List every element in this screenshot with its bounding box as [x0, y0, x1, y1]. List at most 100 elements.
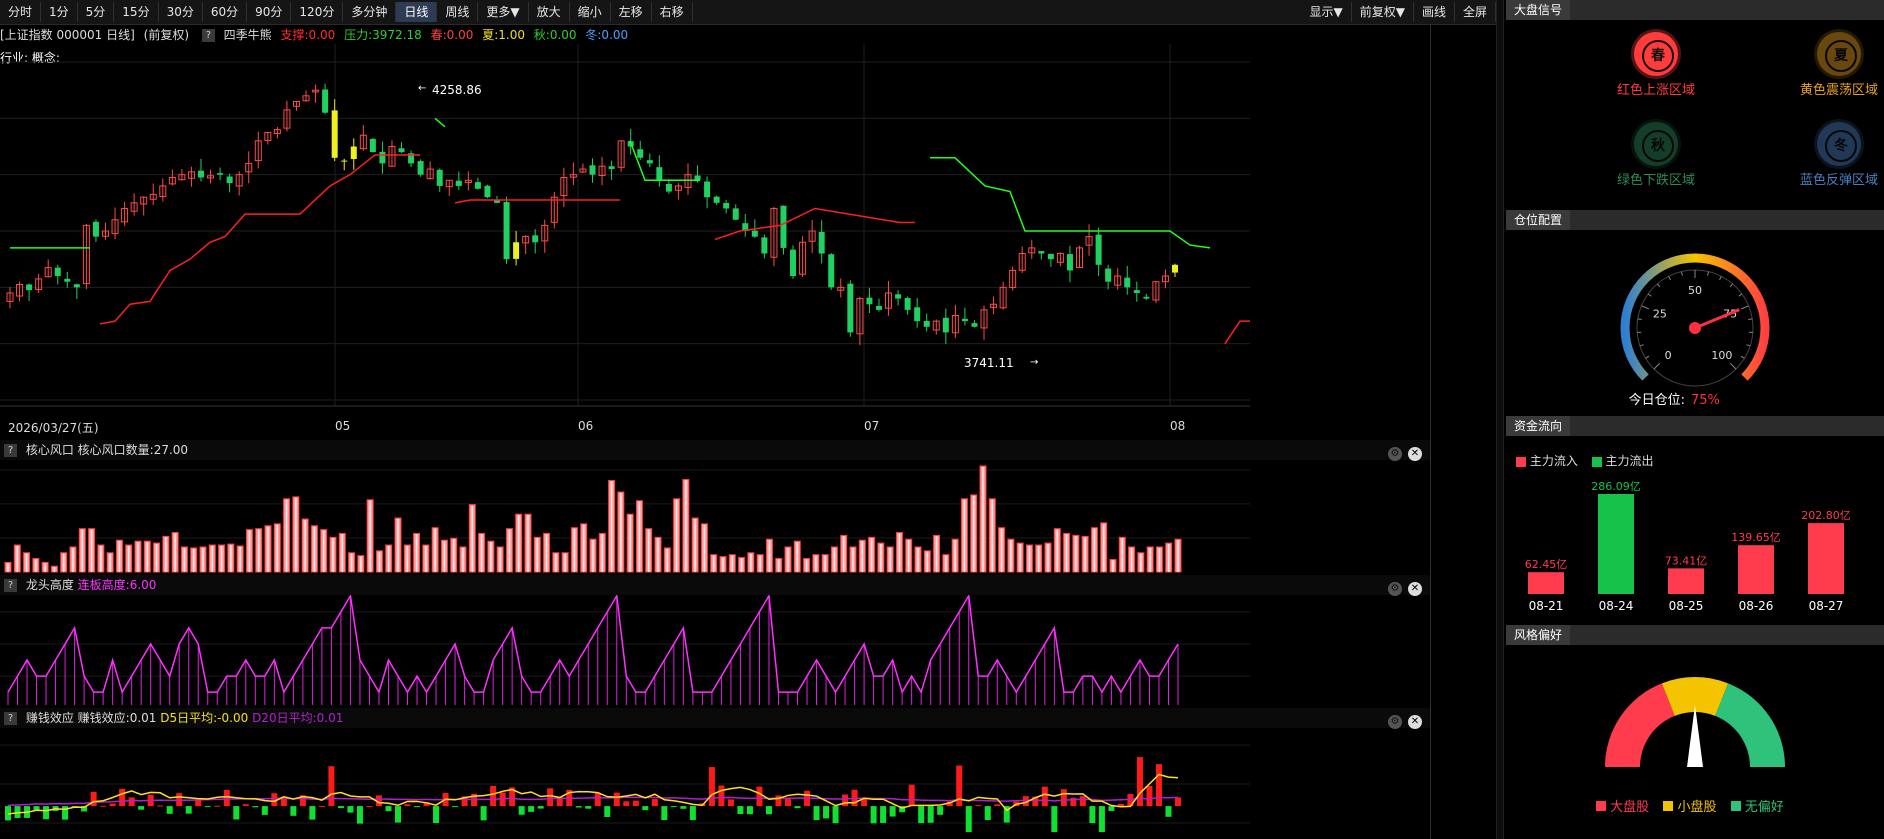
low-arrow: → [1030, 357, 1038, 368]
month-label: 07 [864, 419, 880, 433]
toolbar-item-15[interactable]: 右移 [652, 2, 693, 22]
toolbar-right-item-3[interactable]: 全屏 [1455, 2, 1496, 22]
money-bar [984, 806, 991, 821]
gauge-tick [1707, 271, 1710, 276]
gauge-tick [1668, 276, 1671, 281]
candle-body [608, 166, 615, 170]
money-bar [651, 799, 658, 807]
candle-body [73, 284, 80, 288]
low-label: 3741.11 [964, 356, 1014, 370]
d5-line [7, 773, 1179, 815]
candle-body [513, 242, 520, 259]
money-bar [452, 806, 459, 808]
candle-body [732, 208, 739, 220]
help-icon[interactable]: ? [201, 29, 215, 42]
flow-bar [1598, 494, 1634, 594]
flow-bar [1738, 545, 1774, 594]
spring-value: 春:0.00 [430, 28, 474, 42]
legend-in: 主力流入 [1529, 454, 1578, 468]
candle-body [322, 89, 329, 113]
flow-bar-chart: 62.45亿 08-21 286.09亿 08-24 73.41亿 08-25 139.65… [1525, 480, 1851, 613]
legend-out: 主力流出 [1605, 454, 1654, 468]
close-icon[interactable]: ✕ [1408, 715, 1422, 729]
panel-splitter[interactable] [1496, 0, 1504, 839]
autumn-value: 秋:0.00 [533, 28, 577, 42]
money-bar [261, 806, 268, 815]
help-icon[interactable]: ? [4, 579, 17, 592]
candle-body [341, 160, 348, 162]
candle-body [1172, 264, 1178, 273]
money-bar [613, 792, 620, 807]
money-value: 赚钱效应:0.01 [77, 711, 157, 725]
gauge-tick-label: 50 [1688, 284, 1702, 297]
gauge-tick [1656, 283, 1661, 288]
money-d20: D20日平均:0.01 [252, 711, 344, 725]
candle-body [914, 307, 921, 322]
close-icon[interactable]: ✕ [1408, 447, 1422, 461]
money-bar [328, 766, 335, 807]
gear-icon[interactable]: ⚙ [1388, 582, 1402, 596]
toolbar-item-1[interactable]: 1分 [41, 2, 78, 22]
style-gauge [1605, 677, 1785, 767]
core-value: 核心风口数量:27.00 [77, 443, 189, 457]
toolbar-item-11[interactable]: 更多▼ [478, 2, 529, 22]
money-bar [823, 806, 830, 819]
money-bar [490, 785, 497, 807]
toolbar-right-item-0[interactable]: 显示▼ [1302, 2, 1352, 22]
close-icon[interactable]: ✕ [1408, 582, 1422, 596]
toolbar-item-14[interactable]: 左移 [611, 2, 652, 22]
gauge-tick [1748, 318, 1753, 321]
money-bar [1051, 806, 1058, 833]
gear-icon[interactable]: ⚙ [1388, 715, 1402, 729]
toolbar-item-8[interactable]: 多分钟 [343, 2, 397, 22]
signal-header: 大盘信号 [1506, 0, 1884, 20]
candle-body [656, 167, 663, 181]
toolbar-item-12[interactable]: 放大 [529, 2, 570, 22]
toolbar-item-2[interactable]: 5分 [78, 2, 115, 22]
money-bar [166, 806, 173, 814]
pressure-value: 压力:3972.18 [344, 28, 422, 42]
gauge-tick [1647, 293, 1652, 297]
help-icon[interactable]: ? [4, 444, 17, 457]
toolbar-item-6[interactable]: 90分 [247, 2, 292, 22]
toolbar-item-10[interactable]: 周线 [437, 2, 479, 22]
flow-header: 资金流向 [1506, 416, 1884, 436]
toolbar-item-13[interactable]: 缩小 [570, 2, 611, 22]
flow-legend: 主力流入 主力流出 [1516, 452, 1654, 469]
candle-body [704, 181, 711, 198]
candle-body [217, 173, 224, 175]
candle-body [1095, 234, 1102, 265]
money-bar [585, 806, 592, 809]
style-needle [1687, 705, 1703, 767]
money-bar [623, 801, 630, 807]
money-bar [575, 806, 582, 808]
money-bar [965, 806, 972, 833]
legend-small-swatch [1663, 801, 1674, 811]
dragon-line-chart: 8.006.004.00 [0, 595, 1250, 705]
candle-body [197, 170, 204, 178]
money-bar [1060, 789, 1067, 807]
toolbar-item-4[interactable]: 30分 [159, 2, 203, 22]
toolbar-item-7[interactable]: 120分 [291, 2, 344, 22]
money-bar [1175, 797, 1181, 807]
money-bar [547, 788, 554, 807]
gear-icon[interactable]: ⚙ [1388, 447, 1402, 461]
candle-body [971, 323, 978, 327]
money-bar [918, 806, 925, 824]
toolbar-item-9[interactable]: 日线 [396, 2, 438, 22]
money-bar [537, 806, 544, 809]
support-line [99, 154, 420, 325]
candle-body [26, 284, 33, 291]
toolbar-right-item-2[interactable]: 画线 [1414, 2, 1455, 22]
toolbar-right-item-1[interactable]: 前复权▼ [1352, 2, 1414, 22]
money-bar [794, 806, 801, 809]
signal-char: 夏 [1825, 40, 1857, 72]
candle-body [713, 196, 720, 203]
toolbar-item-3[interactable]: 15分 [114, 2, 159, 22]
gauge-tick [1741, 305, 1749, 310]
help-icon[interactable]: ? [4, 712, 17, 725]
money-bar [1098, 806, 1105, 833]
toolbar-item-0[interactable]: 分时 [0, 2, 42, 22]
toolbar-item-5[interactable]: 60分 [203, 2, 248, 22]
candlestick-chart[interactable]: 4300.04200.04100.04000.03900.03800.03700… [0, 44, 1250, 416]
